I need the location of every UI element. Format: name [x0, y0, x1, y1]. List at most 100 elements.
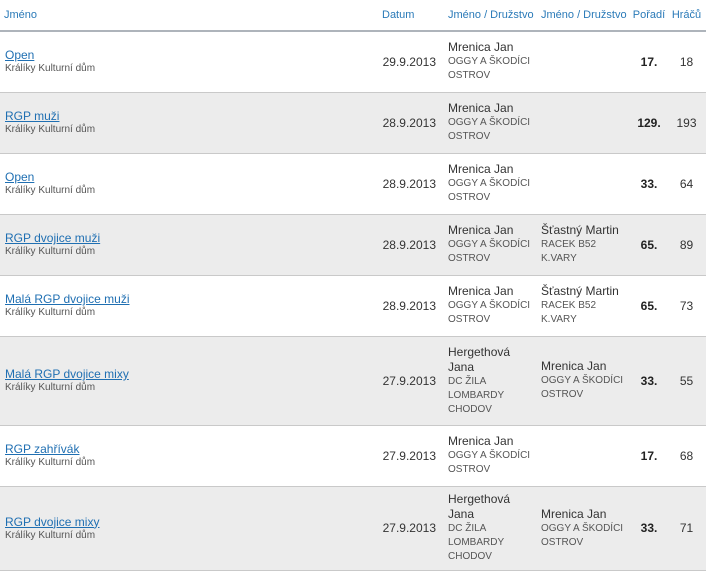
event-venue: Králíky Kulturní dům: [5, 307, 96, 318]
header-row: Jméno Datum Jméno / Družstvo Jméno / Dru…: [0, 0, 706, 32]
event-date: 28.9.2013: [378, 92, 444, 154]
player1-team: DC ŽILA LOMBARDY CHODOV: [448, 375, 504, 415]
header-player2[interactable]: Jméno / Družstvo: [537, 0, 631, 32]
player1-cell: Hergethová Jana DC ŽILA LOMBARDY CHODOV: [444, 486, 537, 571]
player2-name: Mrenica Jan: [541, 359, 607, 373]
event-cell: RGP dvojice muži Králíky Kulturní dům: [0, 214, 378, 276]
position-value: 65.: [631, 214, 667, 276]
event-venue: Králíky Kulturní dům: [5, 185, 96, 196]
event-venue: Králíky Kulturní dům: [5, 246, 96, 257]
event-date: 27.9.2013: [378, 425, 444, 487]
player1-cell: Mrenica Jan OGGY A ŠKODÍCI OSTROV: [444, 214, 537, 276]
event-link[interactable]: Open: [5, 48, 377, 62]
event-cell: RGP zahřívák Králíky Kulturní dům: [0, 425, 378, 487]
player1-name: Mrenica Jan: [448, 223, 514, 237]
player2-cell: Šťastný Martin RACEK B52 K.VARY: [537, 214, 631, 276]
player2-name: Šťastný Martin: [541, 284, 619, 298]
position-value: 129.: [631, 92, 667, 154]
player2-cell: Mrenica Jan OGGY A ŠKODÍCI OSTROV: [537, 486, 631, 571]
event-cell: Open Králíky Kulturní dům: [0, 31, 378, 93]
event-cell: Malá RGP dvojice mixy Králíky Kulturní d…: [0, 336, 378, 426]
table-row: RGP dvojice mixy Králíky Kulturní dům 27…: [0, 486, 706, 571]
table-row: Malá RGP dvojice muži Králíky Kulturní d…: [0, 275, 706, 337]
player1-cell: Mrenica Jan OGGY A ŠKODÍCI OSTROV: [444, 153, 537, 215]
player1-team: OGGY A ŠKODÍCI OSTROV: [448, 117, 531, 142]
player1-name: Mrenica Jan: [448, 162, 514, 176]
event-venue: Králíky Kulturní dům: [5, 382, 96, 393]
player2-cell: [537, 92, 631, 154]
position-value: 65.: [631, 275, 667, 337]
event-link[interactable]: RGP zahřívák: [5, 442, 377, 456]
event-link[interactable]: Open: [5, 170, 377, 184]
event-cell: RGP dvojice mixy Králíky Kulturní dům: [0, 486, 378, 571]
player2-cell: [537, 31, 631, 93]
player1-name: Hergethová Jana: [448, 492, 511, 521]
player1-cell: Mrenica Jan OGGY A ŠKODÍCI OSTROV: [444, 275, 537, 337]
player2-team: OGGY A ŠKODÍCI OSTROV: [541, 522, 624, 548]
player2-team: RACEK B52 K.VARY: [541, 300, 597, 325]
position-value: 33.: [631, 153, 667, 215]
player1-name: Mrenica Jan: [448, 40, 514, 55]
table-row: RGP zahřívák Králíky Kulturní dům 27.9.2…: [0, 425, 706, 487]
player1-team: OGGY A ŠKODÍCI OSTROV: [448, 178, 531, 203]
event-link[interactable]: RGP dvojice muži: [5, 231, 377, 245]
event-link[interactable]: Malá RGP dvojice mixy: [5, 367, 377, 381]
player2-cell: Mrenica Jan OGGY A ŠKODÍCI OSTROV: [537, 336, 631, 426]
event-link[interactable]: Malá RGP dvojice muži: [5, 292, 377, 306]
players-count: 71: [667, 486, 706, 571]
player1-cell: Hergethová Jana DC ŽILA LOMBARDY CHODOV: [444, 336, 537, 426]
players-count: 193: [667, 92, 706, 154]
event-venue: Králíky Kulturní dům: [5, 529, 96, 541]
player1-name: Hergethová Jana: [448, 344, 511, 374]
player1-team: OGGY A ŠKODÍCI OSTROV: [448, 239, 531, 264]
position-value: 17.: [631, 425, 667, 487]
header-players[interactable]: Hráčů: [667, 0, 706, 32]
header-name[interactable]: Jméno: [0, 0, 378, 32]
player1-team: OGGY A ŠKODÍCI OSTROV: [448, 450, 531, 475]
players-count: 89: [667, 214, 706, 276]
player1-team: OGGY A ŠKODÍCI OSTROV: [448, 300, 531, 325]
player2-cell: Šťastný Martin RACEK B52 K.VARY: [537, 275, 631, 337]
player1-cell: Mrenica Jan OGGY A ŠKODÍCI OSTROV: [444, 425, 537, 487]
players-count: 68: [667, 425, 706, 487]
player2-name: Šťastný Martin: [541, 223, 619, 237]
event-date: 28.9.2013: [378, 214, 444, 276]
event-link[interactable]: RGP muži: [5, 109, 377, 123]
event-date: 27.9.2013: [378, 336, 444, 426]
player1-name: Mrenica Jan: [448, 101, 514, 115]
position-value: 33.: [631, 336, 667, 426]
player1-team: OGGY A ŠKODÍCI OSTROV: [448, 56, 531, 82]
table-header: Jméno Datum Jméno / Družstvo Jméno / Dru…: [0, 0, 706, 32]
player1-name: Mrenica Jan: [448, 284, 514, 298]
event-venue: Králíky Kulturní dům: [5, 457, 96, 468]
player2-team: OGGY A ŠKODÍCI OSTROV: [541, 375, 624, 400]
players-count: 64: [667, 153, 706, 215]
player2-name: Mrenica Jan: [541, 506, 607, 521]
results-table: Jméno Datum Jméno / Družstvo Jméno / Dru…: [0, 0, 706, 571]
player2-cell: [537, 425, 631, 487]
player1-cell: Mrenica Jan OGGY A ŠKODÍCI OSTROV: [444, 92, 537, 154]
header-player1[interactable]: Jméno / Družstvo: [444, 0, 537, 32]
event-cell: Open Králíky Kulturní dům: [0, 153, 378, 215]
player2-team: RACEK B52 K.VARY: [541, 239, 597, 264]
position-value: 33.: [631, 486, 667, 571]
player1-cell: Mrenica Jan OGGY A ŠKODÍCI OSTROV: [444, 31, 537, 93]
table-row: Open Králíky Kulturní dům 29.9.2013 Mren…: [0, 31, 706, 93]
table-body: Open Králíky Kulturní dům 29.9.2013 Mren…: [0, 31, 706, 571]
player1-name: Mrenica Jan: [448, 434, 514, 448]
table-row: RGP dvojice muži Králíky Kulturní dům 28…: [0, 214, 706, 276]
event-cell: Malá RGP dvojice muži Králíky Kulturní d…: [0, 275, 378, 337]
event-venue: Králíky Kulturní dům: [5, 124, 96, 135]
event-date: 29.9.2013: [378, 31, 444, 93]
event-date: 28.9.2013: [378, 153, 444, 215]
event-date: 28.9.2013: [378, 275, 444, 337]
player1-team: DC ŽILA LOMBARDY CHODOV: [448, 523, 504, 562]
header-date[interactable]: Datum: [378, 0, 444, 32]
table-row: RGP muži Králíky Kulturní dům 28.9.2013 …: [0, 92, 706, 154]
header-position[interactable]: Pořadí: [631, 0, 667, 32]
event-date: 27.9.2013: [378, 486, 444, 571]
players-count: 55: [667, 336, 706, 426]
event-cell: RGP muži Králíky Kulturní dům: [0, 92, 378, 154]
table-row: Malá RGP dvojice mixy Králíky Kulturní d…: [0, 336, 706, 426]
event-link[interactable]: RGP dvojice mixy: [5, 515, 377, 529]
